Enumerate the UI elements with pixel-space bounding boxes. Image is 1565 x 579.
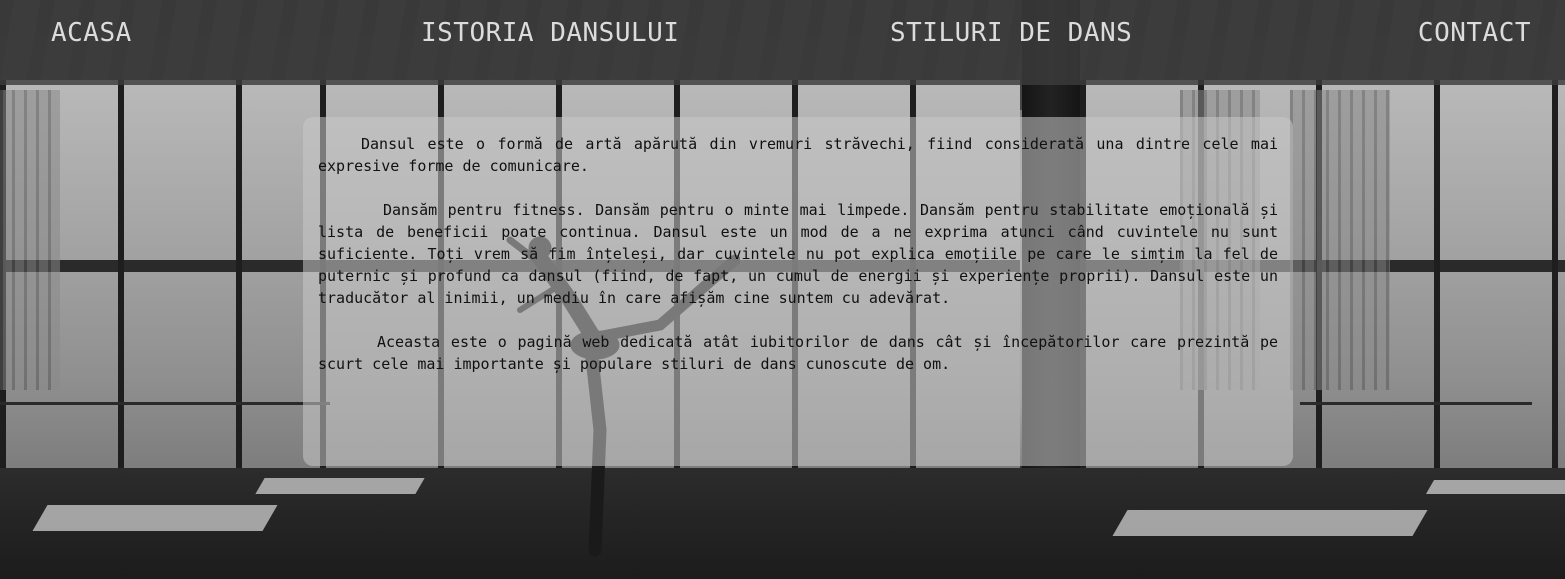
city-building bbox=[1290, 90, 1390, 390]
main-nav: ACASA ISTORIA DANSULUI STILURI DE DANS C… bbox=[0, 0, 1565, 85]
intro-paragraph: Aceasta este o pagină web dedicată atât … bbox=[318, 333, 1278, 373]
ballet-barre bbox=[1300, 402, 1532, 405]
city-building bbox=[0, 90, 60, 390]
nav-link-acasa[interactable]: ACASA bbox=[51, 18, 132, 48]
intro-paragraph: Dansul este o formă de artă apărută din … bbox=[318, 135, 1278, 175]
intro-paragraph: Dansăm pentru fitness. Dansăm pentru o m… bbox=[318, 201, 1278, 307]
nav-link-stiluri-de-dans[interactable]: STILURI DE DANS bbox=[890, 18, 1132, 48]
floor-reflection bbox=[32, 505, 278, 531]
nav-link-contact[interactable]: CONTACT bbox=[1418, 18, 1531, 48]
ballet-barre bbox=[0, 402, 330, 405]
page: ACASA ISTORIA DANSULUI STILURI DE DANS C… bbox=[0, 0, 1565, 579]
floor-reflection bbox=[1425, 480, 1565, 494]
floor-reflection bbox=[1112, 510, 1428, 536]
floor-reflection bbox=[255, 478, 425, 494]
nav-link-istoria-dansului[interactable]: ISTORIA DANSULUI bbox=[421, 18, 679, 48]
intro-text: Dansul este o formă de artă apărută din … bbox=[318, 133, 1278, 397]
